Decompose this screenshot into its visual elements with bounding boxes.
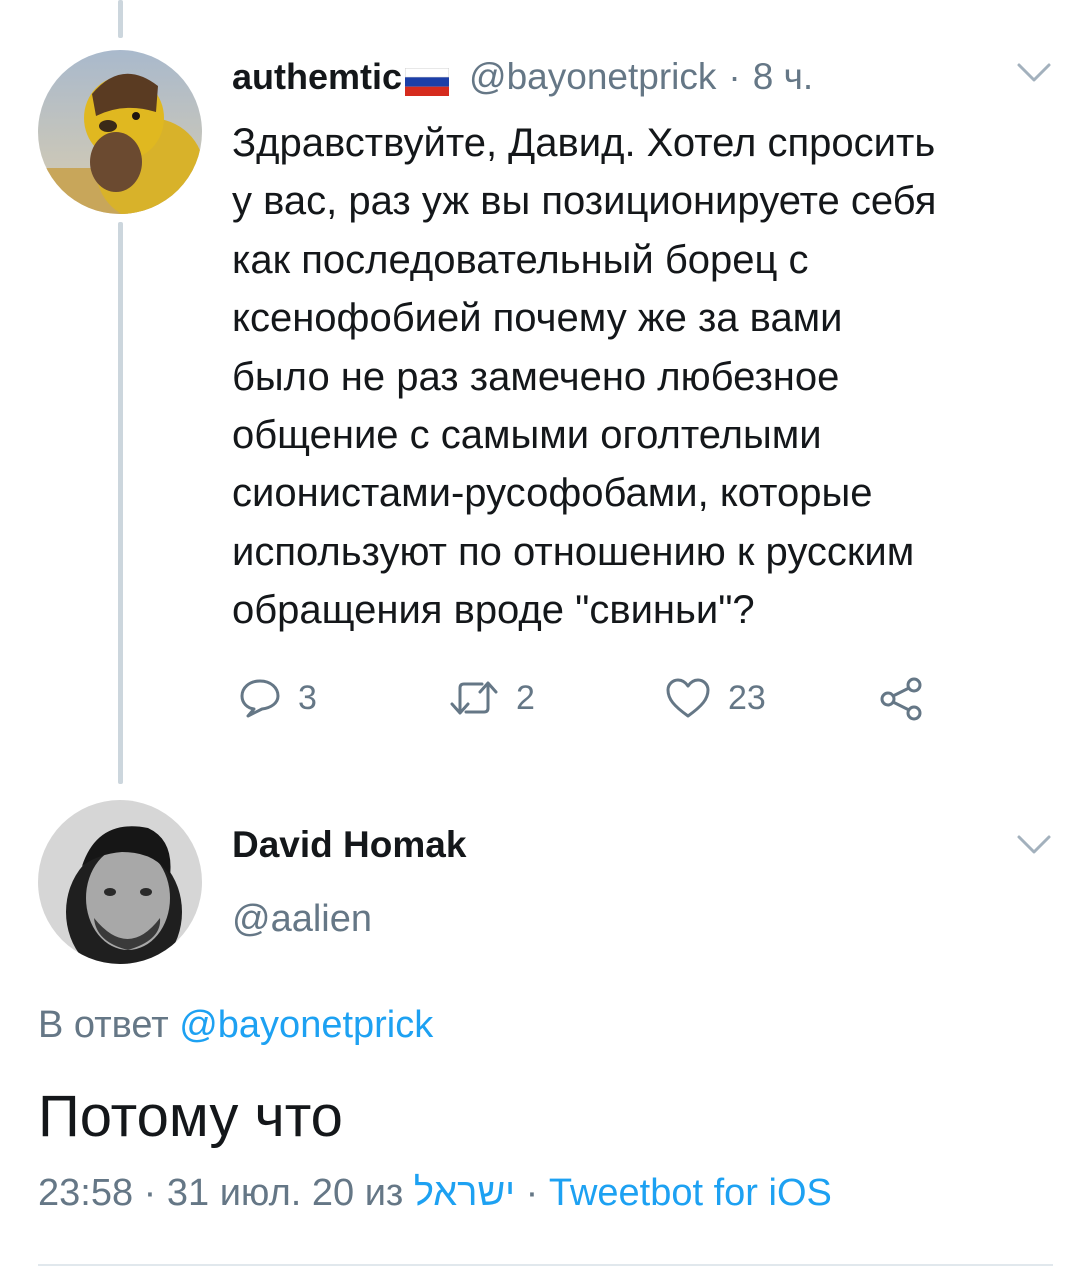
header-separator: ·: [728, 56, 741, 97]
share-icon: [880, 677, 922, 721]
avatar-authemtic[interactable]: [38, 50, 202, 214]
main-author-display-name[interactable]: David Homak: [232, 824, 466, 866]
like-button[interactable]: 23: [664, 676, 766, 720]
tweet-text-line: сионистами-русофобами, которые: [232, 471, 873, 516]
chevron-down-icon[interactable]: [1016, 834, 1052, 856]
tweet-text-line: как последовательный борец с: [232, 237, 809, 282]
retweet-count: 2: [516, 678, 535, 717]
speech-bubble-icon: [240, 679, 280, 718]
main-author-handle[interactable]: @aalien: [232, 898, 372, 941]
tweet-client-link[interactable]: Tweetbot for iOS: [549, 1172, 832, 1214]
tweet-time-ago[interactable]: 8 ч.: [753, 56, 813, 98]
russia-flag-icon: [404, 63, 450, 96]
reply-count: 3: [298, 678, 317, 717]
retweet-button[interactable]: 2: [448, 676, 535, 720]
author-handle[interactable]: @bayonetprick: [469, 56, 716, 98]
main-tweet-text: Потому что: [38, 1084, 343, 1149]
tweet-text-line: у вас, раз уж вы позиционируете себя: [232, 179, 937, 224]
reply-to-label: В ответ: [38, 1004, 169, 1046]
retweet-icon: [450, 681, 498, 715]
reply-to-handle-link[interactable]: @bayonetprick: [179, 1004, 433, 1046]
chevron-down-icon[interactable]: [1016, 62, 1052, 84]
reply-tweet-header: authemtic @bayonetprick · 8 ч.: [232, 54, 813, 100]
share-button[interactable]: [876, 676, 926, 722]
thread-line-top: [118, 0, 123, 38]
tweet-text-line: общение с самыми оголтелыми: [232, 413, 822, 458]
avatar-david-homak[interactable]: [38, 800, 202, 964]
tweet-timestamp: 23:58 · 31 июл. 20 из: [38, 1172, 404, 1214]
tweet-text-line: обращения вроде "свиньи"?: [232, 588, 755, 633]
tweet-meta: 23:58 · 31 июл. 20 из ישראל · Tweetbot f…: [38, 1172, 832, 1215]
tweet-text-line: Здравствуйте, Давид. Хотел спросить: [232, 121, 936, 165]
reply-context: В ответ @bayonetprick: [38, 1004, 433, 1047]
reply-button[interactable]: 3: [238, 676, 317, 720]
heart-icon: [666, 678, 710, 718]
tweet-text-line: используют по отношению к русским: [232, 529, 915, 574]
bottom-divider: [38, 1264, 1053, 1266]
author-display-name[interactable]: authemtic: [232, 56, 402, 98]
tweet-text-line: было не раз замечено любезное: [232, 354, 840, 399]
like-count: 23: [728, 678, 766, 717]
thread-line-bottom: [118, 222, 123, 784]
reply-tweet-text: Здравствуйте, Давид. Хотел спросить у ва…: [232, 114, 1062, 640]
tweet-location-link[interactable]: ישראל: [414, 1172, 515, 1214]
meta-separator: ·: [525, 1172, 539, 1214]
tweet-text-line: ксенофобией почему же за вами: [232, 296, 843, 341]
